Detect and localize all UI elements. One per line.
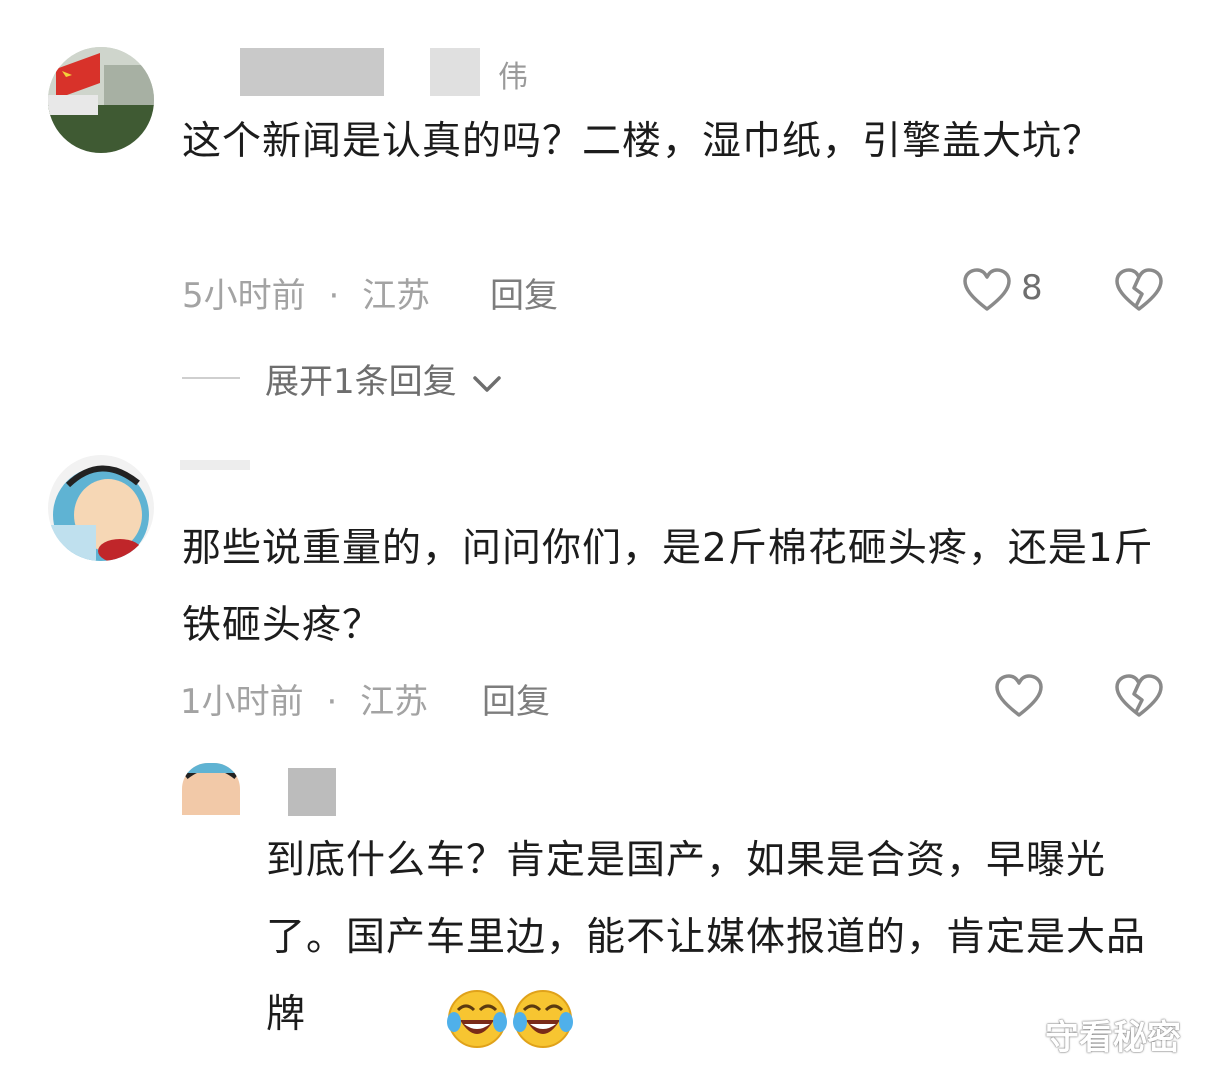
comment-location: 江苏 bbox=[362, 276, 431, 316]
avatar[interactable] bbox=[48, 455, 154, 561]
like-button[interactable] bbox=[962, 266, 1012, 316]
like-count: 8 bbox=[1021, 268, 1043, 308]
comment-text: 这个新闻是认真的吗？二楼，湿巾纸，引擎盖大坑？ bbox=[182, 119, 1103, 164]
username-redacted bbox=[288, 768, 336, 816]
meta-separator: · bbox=[326, 682, 338, 722]
watermark: 守看秘密 bbox=[1045, 1018, 1181, 1058]
heart-outline-icon bbox=[995, 674, 1043, 717]
broken-heart-icon bbox=[1115, 674, 1163, 717]
dislike-button[interactable] bbox=[1114, 672, 1164, 722]
reply-text-content: 到底什么车？肯定是国产，如果是合资，早曝光了。国产车里边，能不让媒体报道的，肯定… bbox=[266, 838, 1147, 1037]
expand-replies-button[interactable]: 展开1条回复 bbox=[265, 354, 503, 403]
divider bbox=[182, 377, 240, 379]
expand-replies-label: 展开1条回复 bbox=[265, 362, 457, 402]
avatar[interactable] bbox=[48, 47, 154, 153]
like-button[interactable] bbox=[994, 672, 1044, 722]
avatar-image bbox=[182, 763, 240, 815]
comment-meta: 1小时前 · 江苏 bbox=[180, 674, 428, 723]
reply-button[interactable]: 回复 bbox=[490, 268, 558, 317]
avatar-image bbox=[48, 455, 154, 561]
dislike-button[interactable] bbox=[1114, 266, 1164, 316]
comment-time: 5小时前 bbox=[182, 276, 306, 316]
comment-meta: 5小时前 · 江苏 bbox=[182, 268, 430, 317]
reply-text: 到底什么车？肯定是国产，如果是合资，早曝光了。国产车里边，能不让媒体报道的，肯定… bbox=[266, 822, 1176, 1053]
chevron-down-icon bbox=[473, 375, 502, 392]
meta-separator: · bbox=[328, 276, 340, 316]
laughing-crying-emoji bbox=[447, 990, 507, 1048]
heart-outline-icon bbox=[963, 268, 1011, 311]
reply-button[interactable]: 回复 bbox=[482, 674, 550, 723]
username-redacted bbox=[430, 48, 480, 96]
comment-time: 1小时前 bbox=[180, 682, 304, 722]
broken-heart-icon bbox=[1115, 268, 1163, 311]
username-redacted bbox=[180, 460, 250, 470]
comment-location: 江苏 bbox=[360, 682, 429, 722]
laughing-crying-emoji bbox=[513, 990, 573, 1048]
comment-text: 那些说重量的，问问你们，是2斤棉花砸头疼，还是1斤铁砸头疼？ bbox=[182, 526, 1154, 648]
username-suffix: 伟 bbox=[498, 60, 528, 95]
avatar-image bbox=[48, 47, 154, 153]
username-redacted bbox=[240, 48, 384, 96]
avatar[interactable] bbox=[182, 763, 240, 815]
